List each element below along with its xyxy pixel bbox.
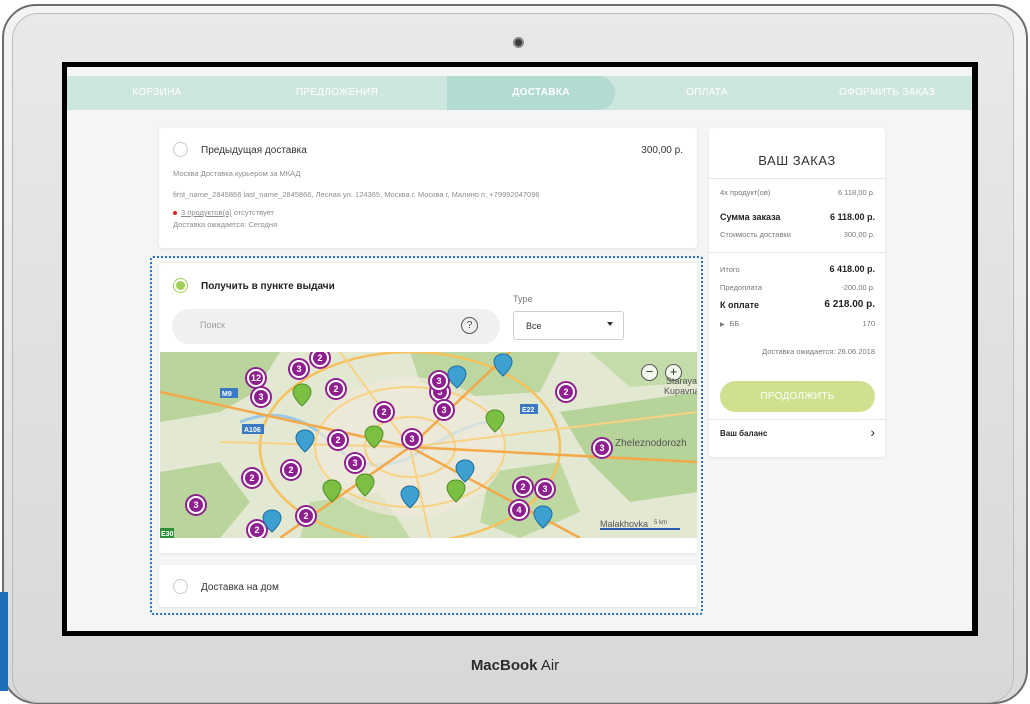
missing-products-note: 3 продуктов(а) отсутствует — [173, 208, 274, 217]
continue-button[interactable]: ПРОДОЛЖИТЬ — [720, 381, 875, 412]
prepayment-value: -200,00 р. — [841, 283, 875, 292]
missing-products-link[interactable]: 3 продуктов(а) — [181, 208, 232, 217]
previous-delivery-title: Предыдущая доставка — [201, 145, 307, 156]
delivery-method: Москва Доставка курьером за МКАД — [173, 169, 301, 178]
checkout-steps: КОРЗИНА ПРЕДЛОЖЕНИЯ ДОСТАВКА ОПЛАТА ОФОР… — [67, 76, 972, 110]
caret-right-icon: ▶ — [720, 322, 725, 328]
alert-dot-icon — [173, 211, 177, 216]
laptop-frame: MacBook Air КОРЗИНА ПРЕДЛОЖЕНИЯ ДОСТАВКА… — [0, 0, 1030, 704]
step-delivery[interactable]: ДОСТАВКА — [447, 76, 615, 110]
order-title: ВАШ ЗАКАЗ — [758, 153, 836, 168]
brand-model: Air — [540, 657, 560, 674]
delivery-cost-value: 300,00 р. — [843, 230, 875, 239]
side-decoration — [0, 592, 8, 691]
total-value: 6 418.00 р. — [829, 264, 875, 274]
divider — [709, 419, 885, 420]
order-summary: ВАШ ЗАКАЗ 4x продукт(ов) 6 118,00 р. Сум… — [709, 128, 885, 457]
screen: КОРЗИНА ПРЕДЛОЖЕНИЯ ДОСТАВКА ОПЛАТА ОФОР… — [62, 62, 978, 636]
delivery-address: first_name_2845866 last_name_2845866, Ле… — [173, 190, 540, 199]
step-place-order[interactable]: ОФОРМИТЬ ЗАКАЗ — [807, 76, 967, 110]
total-label: Итого — [720, 265, 740, 274]
chevron-right-icon[interactable]: › — [870, 424, 875, 440]
checkout-page: КОРЗИНА ПРЕДЛОЖЕНИЯ ДОСТАВКА ОПЛАТА ОФОР… — [67, 67, 972, 631]
bonus-label: ББ — [729, 319, 740, 328]
products-count-value: 6 118,00 р. — [838, 188, 875, 197]
missing-products-text: отсутствует — [231, 208, 274, 217]
delivery-cost-label: Стоимость доставки — [720, 230, 791, 239]
to-pay-label: К оплате — [720, 300, 760, 310]
order-sum-value: 6 118.00 р. — [829, 212, 875, 222]
order-sum-label: Сумма заказа — [720, 212, 781, 222]
device-brand: MacBook Air — [0, 657, 1030, 674]
delivery-expected: Доставка ожидается: Сегодня — [173, 220, 278, 229]
divider — [709, 178, 885, 179]
pickup-selection-highlight — [150, 256, 703, 615]
brand-name: MacBook — [470, 657, 538, 674]
previous-delivery-price: 300,00 р. — [641, 145, 683, 156]
divider — [709, 252, 885, 253]
to-pay-value: 6 218.00 р. — [824, 299, 875, 310]
camera-icon — [513, 37, 524, 48]
previous-delivery-card[interactable]: Предыдущая доставка 300,00 р. Москва Дос… — [159, 128, 697, 248]
prepayment-label: Предоплата — [720, 283, 763, 292]
order-expected-date: Доставка ожидается: 26.06.2018 — [762, 347, 875, 356]
step-cart[interactable]: КОРЗИНА — [107, 76, 207, 110]
step-payment[interactable]: ОПЛАТА — [657, 76, 757, 110]
previous-delivery-radio[interactable] — [173, 142, 188, 157]
products-count-label: 4x продукт(ов) — [720, 188, 771, 197]
balance-link[interactable]: Ваш баланс — [720, 429, 767, 438]
bonus-row[interactable]: ▶ ББ — [720, 319, 739, 328]
step-offers[interactable]: ПРЕДЛОЖЕНИЯ — [277, 76, 397, 110]
bonus-value: 170 — [862, 319, 875, 328]
